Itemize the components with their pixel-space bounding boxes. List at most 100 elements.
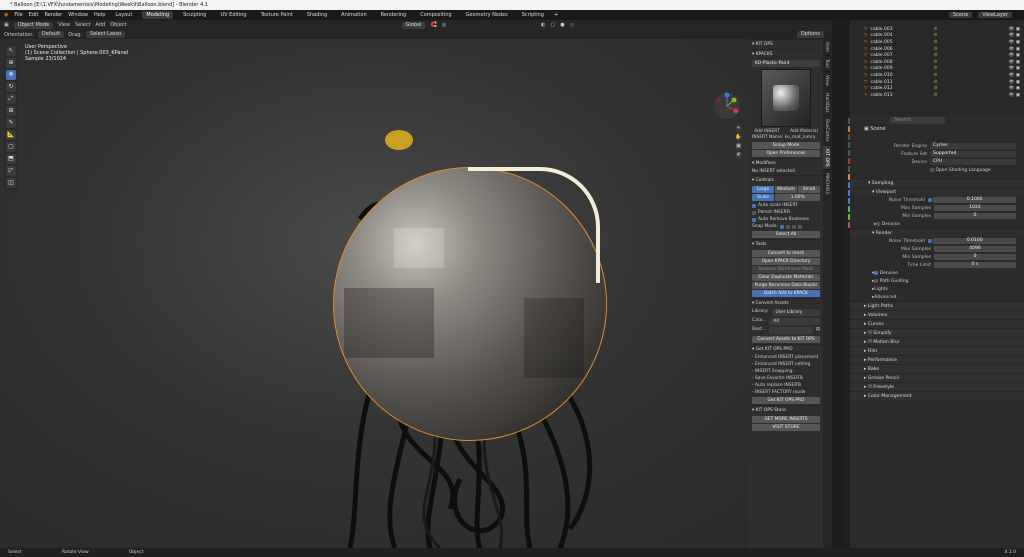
menu-add[interactable]: Add xyxy=(96,22,106,28)
r-time-field[interactable]: 0 s xyxy=(934,262,1016,268)
pan-hand-icon[interactable]: ✋ xyxy=(735,134,742,141)
visibility-icon[interactable]: 👁 ▣ xyxy=(1009,73,1020,78)
folder-icon[interactable]: ▤ xyxy=(816,327,820,334)
modifiers-section[interactable]: ▾ Modifiers xyxy=(749,158,823,168)
shear-icon[interactable]: ◸ xyxy=(6,166,16,176)
overlay-icon[interactable]: ◐ xyxy=(541,22,545,28)
snap-vertex-icon[interactable] xyxy=(779,224,784,229)
destination-field[interactable] xyxy=(769,327,813,334)
scale-icon[interactable]: ⤢ xyxy=(6,94,16,104)
section-freestyle[interactable]: ▸ Freestyle xyxy=(850,382,1024,391)
section-volumes[interactable]: ▸ Volumes xyxy=(850,310,1024,319)
navigation-gizmo[interactable] xyxy=(712,91,742,121)
visibility-icon[interactable]: 👁 ▣ xyxy=(1009,53,1020,58)
workspace-tab[interactable]: Animation xyxy=(337,11,371,19)
properties-search-input[interactable]: Search xyxy=(890,117,945,124)
outliner-item[interactable]: ▽ cable.009 ⚙ 👁 ▣ xyxy=(850,66,1024,73)
device-dropdown[interactable]: CPU xyxy=(930,159,1016,165)
visibility-icon[interactable]: 👁 ▣ xyxy=(1009,80,1020,85)
visibility-icon[interactable]: 👁 ▣ xyxy=(1009,60,1020,65)
add-workspace-icon[interactable]: + xyxy=(554,12,558,18)
tab-item[interactable]: Item xyxy=(823,39,830,57)
tab-hardops[interactable]: HardOps xyxy=(823,90,830,117)
workspace-tab[interactable]: Geometry Nodes xyxy=(462,11,512,19)
outliner-item[interactable]: ▽ cable.013 ⚙ 👁 ▣ xyxy=(850,92,1024,99)
auto-scale-checkbox[interactable]: Auto scale INSERT xyxy=(749,202,823,209)
convert-assets-button[interactable]: Convert Assets to KIT OPS xyxy=(752,336,820,343)
annotate-icon[interactable]: ✎ xyxy=(6,118,16,128)
3d-viewport[interactable]: + ✋ ▣ # xyxy=(0,39,826,548)
outliner-item[interactable]: ▽ cable.011 ⚙ 👁 ▣ xyxy=(850,79,1024,86)
section-curves[interactable]: ▸ Curves xyxy=(850,319,1024,328)
menu-object[interactable]: Object xyxy=(110,22,126,28)
visibility-icon[interactable]: 👁 ▣ xyxy=(1009,40,1020,45)
blender-logo-icon[interactable]: ◉ xyxy=(4,12,8,18)
size-medium[interactable]: Medium xyxy=(775,186,797,193)
r-noise-field[interactable]: 0.0100 xyxy=(933,238,1016,244)
purge-data-blocks-button[interactable]: Purge Recursive Data Blocks xyxy=(752,282,820,289)
get-pro-button[interactable]: Get KIT OPS PRO xyxy=(752,397,820,404)
drag-dropdown[interactable]: Select Lasso xyxy=(86,31,126,38)
controls-section[interactable]: ▾ Controls xyxy=(749,175,823,185)
vp-min-field[interactable]: 0 xyxy=(934,213,1016,219)
proportional-edit-icon[interactable]: ◎ xyxy=(442,22,446,28)
checkbox-on[interactable] xyxy=(928,198,932,202)
kitops-title[interactable]: ▾ KIT OPS xyxy=(749,39,823,49)
visibility-icon[interactable]: 👁 ▣ xyxy=(1009,93,1020,98)
visibility-icon[interactable]: 👁 ▣ xyxy=(1009,47,1020,52)
visibility-icon[interactable]: 👁 ▣ xyxy=(1009,33,1020,38)
section-grease-pencil[interactable]: ▸ Grease Pencil xyxy=(850,373,1024,382)
workspace-tab[interactable]: Rendering xyxy=(377,11,411,19)
shading-rendered-icon[interactable]: ◍ xyxy=(570,22,574,28)
menu-file[interactable]: File xyxy=(14,12,22,18)
group-mode-button[interactable]: Group Mode xyxy=(752,142,820,149)
catalog-dropdown[interactable]: All xyxy=(769,318,820,325)
workspace-tab[interactable]: Texture Paint xyxy=(257,11,297,19)
outliner-item[interactable]: ▽ cable.004 ⚙ 👁 ▣ xyxy=(850,33,1024,40)
advanced-row[interactable]: ▸ Advanced xyxy=(850,293,1024,301)
section-bake[interactable]: ▸ Bake xyxy=(850,364,1024,373)
tab-view[interactable]: View xyxy=(823,72,830,90)
section-simplify[interactable]: ▸ Simplify xyxy=(850,328,1024,337)
section-color-management[interactable]: ▸ Color Management xyxy=(850,391,1024,400)
outliner-item[interactable]: ▽ cable.012 ⚙ 👁 ▣ xyxy=(850,85,1024,92)
add-cube-icon[interactable]: ▢ xyxy=(6,142,16,152)
clear-duplicate-materials-button[interactable]: Clear Duplicate Materials xyxy=(752,274,820,281)
open-preferences-button[interactable]: Open Preferences xyxy=(752,150,820,157)
scene-selector[interactable]: Scene xyxy=(948,11,973,19)
cursor-icon[interactable]: ⊕ xyxy=(6,58,16,68)
outliner-item[interactable]: ▽ cable.006 ⚙ 👁 ▣ xyxy=(850,46,1024,53)
insert-thumbnail[interactable] xyxy=(761,69,811,127)
parent-inserts-checkbox[interactable]: Parent INSERTs xyxy=(749,209,823,216)
viewlayer-selector[interactable]: ViewLayer xyxy=(978,11,1012,19)
viewport-subsection[interactable]: ▾ Viewport xyxy=(850,187,1024,196)
snap-center-icon[interactable] xyxy=(797,224,802,229)
tab-machin3[interactable]: MACHIN3 xyxy=(823,170,830,199)
checkbox-on[interactable] xyxy=(928,239,932,243)
outliner-item[interactable]: ▽ cable.005 ⚙ 👁 ▣ xyxy=(850,39,1024,46)
feature-set-dropdown[interactable]: Supported xyxy=(930,151,1016,157)
add-material-button[interactable]: Add Material xyxy=(790,129,818,134)
section-light-paths[interactable]: ▸ Light Paths xyxy=(850,301,1024,310)
outliner-item[interactable]: ▽ cable.003 ⚙ 👁 ▣ xyxy=(850,26,1024,33)
auto-remove-booleans-checkbox[interactable]: Auto Remove Booleans xyxy=(749,216,823,223)
spin-icon[interactable]: ◫ xyxy=(6,178,16,188)
transform-icon[interactable]: ⊞ xyxy=(6,106,16,116)
tab-kitops[interactable]: KIT OPS xyxy=(823,145,830,171)
library-dropdown[interactable]: User Library xyxy=(771,309,820,316)
r-max-field[interactable]: 4096 xyxy=(934,246,1016,252)
section-film[interactable]: ▸ Film xyxy=(850,346,1024,355)
workspace-tab[interactable]: Scripting xyxy=(518,11,548,19)
convert-to-mesh-button[interactable]: Convert to mesh xyxy=(752,250,820,257)
grid-icon[interactable]: # xyxy=(735,152,742,159)
transform-orientation-dropdown[interactable]: Global xyxy=(401,21,426,29)
render-engine-dropdown[interactable]: Cycles xyxy=(930,143,1016,149)
kpacks-section[interactable]: ▾ KPACKS xyxy=(749,49,823,59)
tab-boxcutter[interactable]: BoxCutter xyxy=(823,116,830,146)
scale-value[interactable]: 1.00% xyxy=(775,194,820,201)
menu-edit[interactable]: Edit xyxy=(29,12,39,18)
zoom-icon[interactable]: + xyxy=(735,125,742,132)
outliner-item[interactable]: ▽ cable.008 ⚙ 👁 ▣ xyxy=(850,59,1024,66)
render-subsection[interactable]: ▾ Render xyxy=(850,228,1024,237)
r-min-field[interactable]: 0 xyxy=(934,254,1016,260)
